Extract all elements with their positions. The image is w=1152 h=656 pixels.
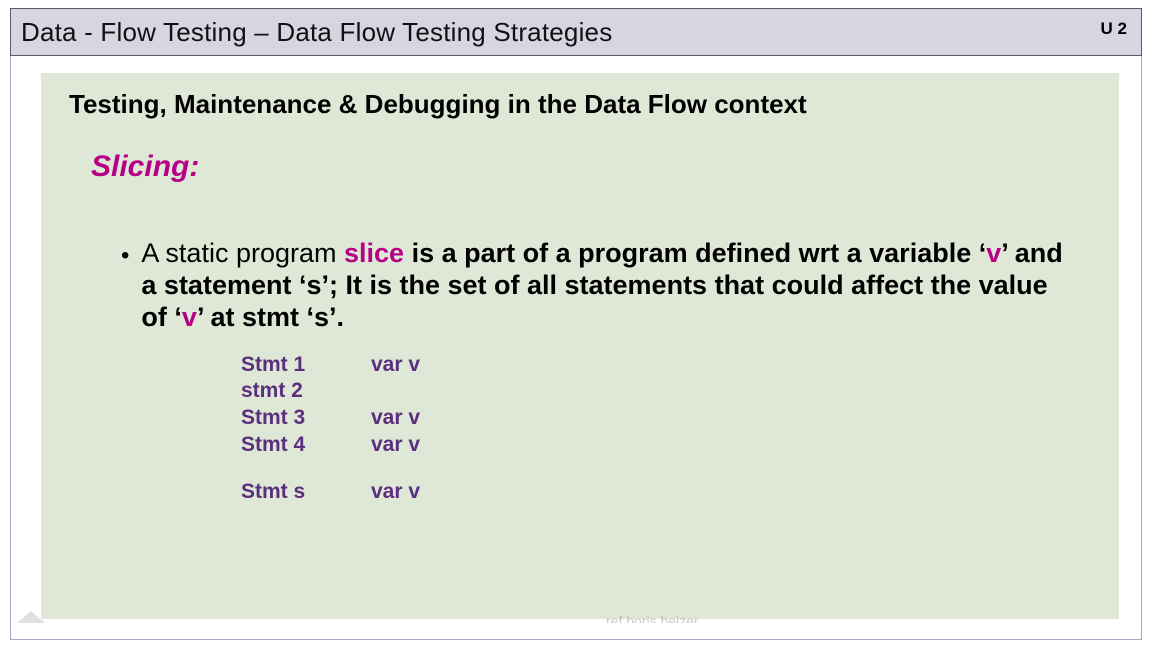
header-title: Data - Flow Testing – Data Flow Testing … bbox=[21, 17, 612, 48]
bullet-mid3: ’ at stmt ‘s’. bbox=[197, 302, 344, 332]
triangle-icon bbox=[17, 611, 45, 623]
emph-slice: slice bbox=[344, 238, 404, 268]
bullet-dot-icon: • bbox=[121, 242, 129, 270]
unit-tag: U 2 bbox=[1101, 19, 1127, 39]
stmt-cell: Stmt 3 bbox=[241, 405, 371, 432]
bullet-pre: A static program bbox=[141, 238, 344, 268]
var-cell: var v bbox=[371, 405, 420, 432]
var-cell: var v bbox=[371, 432, 420, 459]
table-row: stmt 2 bbox=[241, 378, 1099, 405]
table-row: Stmt 1 var v bbox=[241, 352, 1099, 379]
footer-text: ref boris beizer bbox=[606, 613, 699, 623]
table-row: Stmt 4 var v bbox=[241, 432, 1099, 459]
stmt-cell: Stmt 1 bbox=[241, 352, 371, 379]
bullet-text: A static program slice is a part of a pr… bbox=[141, 238, 1069, 334]
stmt-cell: stmt 2 bbox=[241, 378, 371, 405]
table-row: Stmt 3 var v bbox=[241, 405, 1099, 432]
table-row: Stmt s var v bbox=[241, 479, 1099, 506]
bullet-block: • A static program slice is a part of a … bbox=[121, 238, 1069, 334]
table-gap bbox=[241, 459, 1099, 479]
var-cell: var v bbox=[371, 352, 420, 379]
stmt-table: Stmt 1 var v stmt 2 Stmt 3 var v Stmt 4 … bbox=[241, 352, 1099, 506]
subtitle: Testing, Maintenance & Debugging in the … bbox=[69, 89, 1099, 120]
header-bar: Data - Flow Testing – Data Flow Testing … bbox=[10, 8, 1142, 56]
stmt-cell: Stmt s bbox=[241, 479, 371, 506]
content-box: Testing, Maintenance & Debugging in the … bbox=[41, 73, 1119, 619]
var-cell: var v bbox=[371, 479, 420, 506]
emph-v-2: v bbox=[182, 302, 197, 332]
bullet-mid1: is a part of a program defined wrt a var… bbox=[404, 238, 986, 268]
slide-container: Data - Flow Testing – Data Flow Testing … bbox=[10, 8, 1142, 640]
emph-v-1: v bbox=[986, 238, 1001, 268]
bullet-item: • A static program slice is a part of a … bbox=[121, 238, 1069, 334]
stmt-cell: Stmt 4 bbox=[241, 432, 371, 459]
slicing-label: Slicing: bbox=[91, 150, 1099, 184]
